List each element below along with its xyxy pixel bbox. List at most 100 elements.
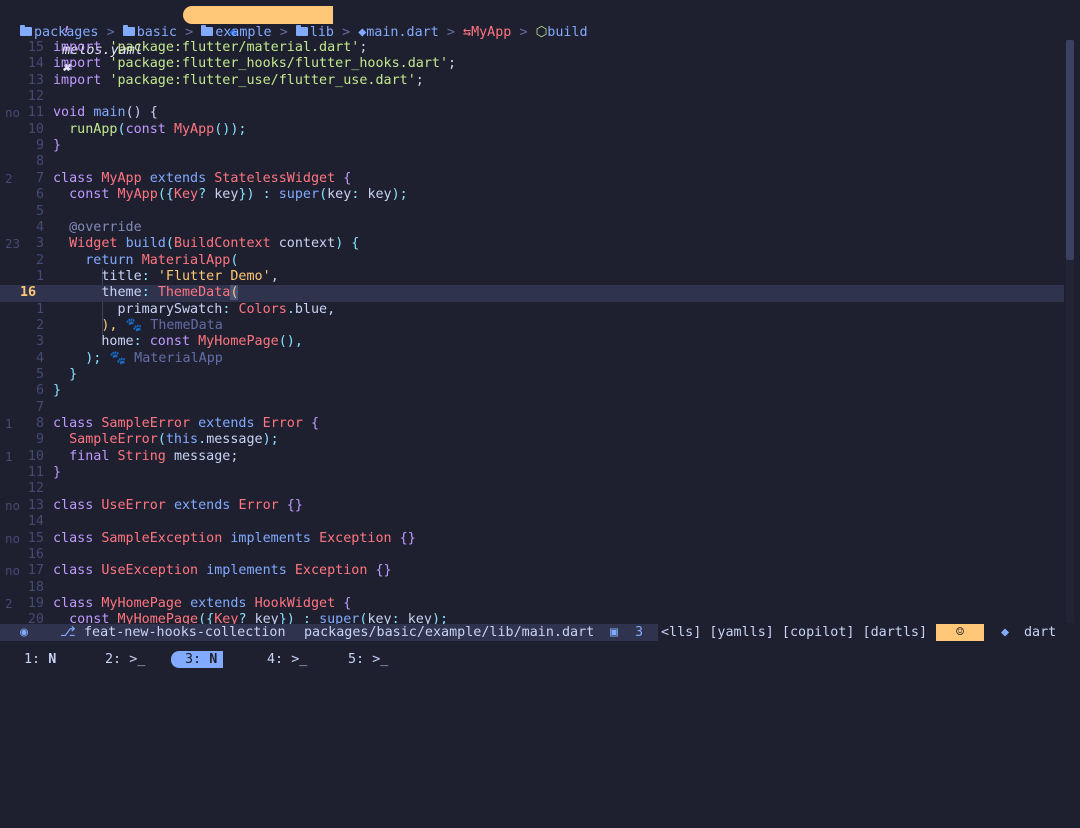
closing-label-hint: 🐾 MaterialApp: [109, 350, 223, 366]
tab-bar: ! melos.yaml ✖ ◆ main.dart ✖: [0, 0, 1080, 76]
code-line[interactable]: 18: [0, 580, 1064, 596]
code-line[interactable]: no 17 class UseException implements Except…: [0, 563, 1064, 579]
code-line-current[interactable]: 16 theme: ThemeData(: [0, 285, 1064, 302]
code-line[interactable]: 2 ), 🐾 ThemeData: [0, 318, 1064, 334]
code-line[interactable]: 6}: [0, 383, 1064, 399]
line-number: 17: [27, 563, 44, 579]
code-line[interactable]: 1 8 class SampleError extends Error {: [0, 416, 1064, 432]
breadcrumb-class[interactable]: MyApp: [471, 25, 511, 40]
code-line[interactable]: 13 import 'package:flutter_use/flutter_us…: [0, 73, 1064, 89]
code-line[interactable]: no 11 void main() {: [0, 105, 1064, 121]
codelens-hint: no: [5, 563, 21, 579]
breadcrumb-packages[interactable]: packages: [34, 25, 99, 40]
codelens-hint: no: [5, 530, 21, 546]
file-path: packages/basic/example/lib/main.dart: [304, 625, 595, 640]
closing-label-hint: 🐾 ThemeData: [125, 317, 223, 333]
code-line[interactable]: 15 import 'package:flutter/material.dart'…: [0, 40, 1064, 56]
tmux-window-3-active[interactable]: 3: N: [171, 651, 224, 668]
line-number: 3: [35, 236, 44, 252]
breadcrumb-example[interactable]: example: [215, 25, 271, 40]
filetype: dart: [1024, 625, 1057, 640]
line-number: 18: [27, 579, 44, 595]
vertical-scrollbar[interactable]: [1066, 40, 1074, 623]
copilot-icon: ☺: [936, 624, 984, 641]
code-line[interactable]: 16: [0, 547, 1064, 563]
code-line[interactable]: 9 SampleError(this.message);: [0, 432, 1064, 448]
line-number: 11: [27, 465, 44, 481]
breadcrumb-separator: >: [185, 25, 194, 40]
breadcrumb-lib[interactable]: lib: [310, 25, 334, 40]
code-line[interactable]: 14 import 'package:flutter_hooks/flutter_…: [0, 56, 1064, 72]
tab-main-dart[interactable]: ◆ main.dart ✖: [183, 6, 333, 76]
code-line[interactable]: 5 }: [0, 367, 1064, 383]
tmux-window-2[interactable]: 2: >_: [105, 648, 145, 672]
folder-icon: [20, 25, 32, 36]
line-number: 9: [35, 138, 44, 154]
tmux-window-5[interactable]: 5: >_: [348, 648, 388, 672]
git-branch[interactable]: feat-new-hooks-collection: [84, 624, 286, 641]
code-line[interactable]: 1 primarySwatch: Colors.blue,: [0, 302, 1064, 318]
code-line[interactable]: 12: [0, 89, 1064, 105]
line-number-current: 16: [20, 285, 37, 301]
codelens-hint: 2: [5, 170, 13, 186]
code-line[interactable]: 11}: [0, 465, 1064, 481]
breadcrumb-file[interactable]: main.dart: [366, 25, 439, 40]
code-line[interactable]: no 15 class SampleException implements Exc…: [0, 531, 1064, 547]
method-icon: ⬡: [535, 25, 548, 40]
codelens-hint: 2: [5, 595, 13, 611]
line-number: 4: [35, 350, 44, 366]
diagnostics-count[interactable]: 3: [635, 624, 643, 641]
code-line[interactable]: 1 title: 'Flutter Demo',: [0, 269, 1064, 285]
tmux-window-bar: 1: N 2: >_ 3: N 4: >_ 5: >_: [0, 648, 1080, 672]
scrollbar-thumb[interactable]: [1066, 40, 1074, 260]
tab-melos-yaml[interactable]: ! melos.yaml ✖: [30, 6, 143, 76]
code-line[interactable]: 14: [0, 514, 1064, 530]
code-line[interactable]: 7: [0, 400, 1064, 416]
code-line[interactable]: 4 @override: [0, 220, 1064, 236]
neovim-icon: N: [209, 652, 218, 667]
code-line[interactable]: 3 home: const MyHomePage(),: [0, 334, 1064, 350]
lsp-clients: <lls] [yamlls] [copilot] [dartls]: [661, 625, 928, 640]
terminal-icon: >_: [291, 652, 308, 667]
line-number: 11: [27, 105, 44, 121]
neovim-icon: N: [48, 652, 57, 667]
code-line[interactable]: 9}: [0, 138, 1064, 154]
tmux-window-1[interactable]: 1: N: [24, 648, 56, 672]
line-number: 19: [27, 595, 44, 611]
line-number: 6: [35, 187, 44, 203]
terminal-icon: >_: [372, 652, 389, 667]
github-icon: ⎇: [60, 625, 76, 640]
code-line[interactable]: 2 19 class MyHomePage extends HookWidget {: [0, 596, 1064, 612]
tmux-window-4[interactable]: 4: >_: [267, 648, 307, 672]
code-line[interactable]: 2 7 class MyApp extends StatelessWidget {: [0, 171, 1064, 187]
codelens-hint: no: [5, 105, 21, 121]
line-number: 13: [27, 497, 44, 513]
code-line[interactable]: no 13 class UseError extends Error {}: [0, 498, 1064, 514]
code-line[interactable]: 8: [0, 154, 1064, 170]
diagnostics-icon: ▣: [610, 625, 619, 640]
status-line: ◉ ⎇ feat-new-hooks-collection packages/b…: [0, 624, 1080, 641]
breadcrumb-method[interactable]: build: [547, 25, 587, 40]
line-number: 5: [35, 203, 44, 219]
code-line[interactable]: 6 const MyApp({Key? key}) : super(key: k…: [0, 187, 1064, 203]
code-line[interactable]: 12: [0, 481, 1064, 497]
breadcrumb: packages > basic > example > lib > ◆main…: [20, 24, 588, 41]
line-number: 2: [35, 252, 44, 268]
line-number: 10: [27, 448, 44, 464]
code-line[interactable]: 5: [0, 204, 1064, 220]
line-number: 14: [27, 514, 44, 530]
line-number: 14: [27, 56, 44, 72]
cursor: (: [230, 285, 239, 301]
line-number: 6: [35, 383, 44, 399]
line-number: 1: [35, 301, 44, 317]
line-number: 7: [35, 170, 44, 186]
line-number: 1: [35, 268, 44, 284]
line-number: 9: [35, 432, 44, 448]
code-line[interactable]: 23 3 Widget build(BuildContext context) {: [0, 236, 1064, 252]
code-line[interactable]: 1 10 final String message;: [0, 449, 1064, 465]
code-line[interactable]: 4 ); 🐾 MaterialApp: [0, 351, 1064, 367]
code-line[interactable]: 2 return MaterialApp(: [0, 253, 1064, 269]
breadcrumb-basic[interactable]: basic: [137, 25, 177, 40]
code-line[interactable]: 10 runApp(const MyApp());: [0, 122, 1064, 138]
line-number: 15: [27, 40, 44, 55]
